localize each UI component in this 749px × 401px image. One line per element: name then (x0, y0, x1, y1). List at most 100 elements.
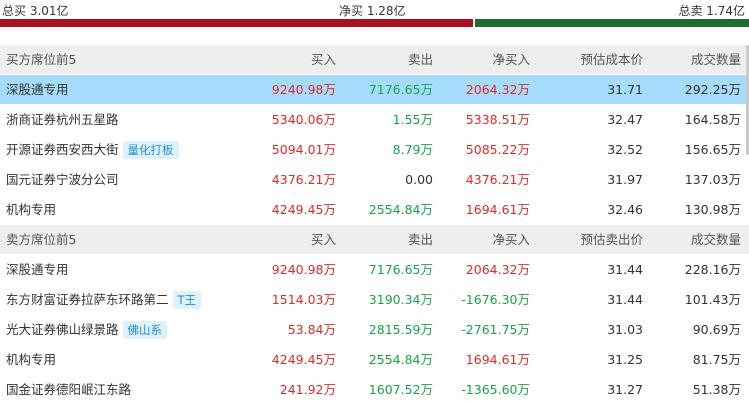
buy-section-title: 买方席位前5 (6, 52, 77, 67)
net-buy-amount: 4376.21万 (465, 172, 530, 187)
sell-amount: 7176.65万 (368, 82, 433, 97)
seat-name-text: 国金证券德阳岷江东路 (6, 382, 132, 397)
buy-amount: 9240.98万 (271, 82, 336, 97)
trade-volume: 228.16万 (684, 262, 741, 277)
trade-volume: 90.69万 (692, 322, 741, 337)
estimated-price: 31.03 (607, 322, 643, 337)
column-header-net: 净买入 (492, 232, 530, 247)
seat-name[interactable]: 国元证券宁波分公司 (6, 165, 119, 195)
buy-ratio-fill (0, 19, 473, 27)
column-header-buy: 买入 (310, 52, 336, 67)
seat-name-text: 浙商证券杭州五星路 (6, 112, 119, 127)
estimated-price: 31.44 (607, 262, 643, 277)
sell-amount: 1.55万 (392, 112, 433, 127)
buy-amount: 5340.06万 (271, 112, 336, 127)
seat-name[interactable]: 东方财富证券拉萨东环路第二 T王 (6, 285, 202, 315)
sell-amount: 2554.84万 (368, 352, 433, 367)
net-buy-amount: 2064.32万 (465, 262, 530, 277)
column-header-sell: 卖出 (407, 232, 433, 247)
sell-section-header: 卖方席位前5 买入 卖出 净买入 预估卖出价 成交数量 (0, 225, 749, 255)
seat-tag-badge[interactable]: T王 (172, 290, 202, 309)
trade-volume: 51.38万 (692, 382, 741, 397)
sell-amount: 2815.59万 (368, 322, 433, 337)
sell-ratio-fill (475, 19, 749, 27)
seat-name[interactable]: 机构专用 (6, 345, 56, 375)
buy-sell-ratio-bar (0, 19, 749, 27)
buy-amount: 4376.21万 (271, 172, 336, 187)
net-buy-amount: 1694.61万 (465, 352, 530, 367)
net-buy-amount: -1676.30万 (461, 292, 530, 307)
total-sell-label: 总卖 1.74亿 (678, 4, 745, 18)
column-header-volume: 成交数量 (690, 232, 741, 247)
buy-amount: 4249.45万 (271, 352, 336, 367)
trade-volume: 164.58万 (684, 112, 741, 127)
table-row[interactable]: 国元证券宁波分公司 4376.21万 0.00 4376.21万 31.97 137.03… (0, 165, 749, 195)
seat-name-text: 光大证券佛山绿景路 (6, 322, 119, 337)
buy-amount: 241.92万 (279, 382, 336, 397)
sell-amount: 1607.52万 (368, 382, 433, 397)
seat-name[interactable]: 国金证券德阳岷江东路 (6, 375, 131, 401)
estimated-price: 32.46 (607, 202, 643, 217)
buy-section-header: 买方席位前5 买入 卖出 净买入 预估成本价 成交数量 (0, 45, 749, 75)
seat-name[interactable]: 浙商证券杭州五星路 (6, 105, 119, 135)
table-row[interactable]: 东方财富证券拉萨东环路第二 T王 1514.03万 3190.34万 -1676.30万… (0, 285, 749, 315)
estimated-price: 31.71 (607, 82, 643, 97)
table-row[interactable]: 国金证券德阳岷江东路 241.92万 1607.52万 -1365.60万 31.27 5… (0, 375, 749, 401)
seat-name[interactable]: 深股通专用 (6, 255, 69, 285)
total-buy-label: 总买 3.01亿 (2, 4, 69, 18)
summary-bar: 总买 3.01亿 净买 1.28亿 总卖 1.74亿 (0, 0, 749, 20)
trade-volume: 292.25万 (684, 82, 741, 97)
dragon-tiger-table: 买方席位前5 买入 卖出 净买入 预估成本价 成交数量 深股通专用 9240.98… (0, 45, 749, 401)
table-row[interactable]: 机构专用 4249.45万 2554.84万 1694.61万 31.25 81.75万 (0, 345, 749, 375)
buy-amount: 9240.98万 (271, 262, 336, 277)
table-row[interactable]: 深股通专用 9240.98万 7176.65万 2064.32万 31.71 292.25… (0, 75, 749, 105)
estimated-price: 32.47 (607, 112, 643, 127)
table-row[interactable]: 浙商证券杭州五星路 5340.06万 1.55万 5338.51万 32.47 164.5… (0, 105, 749, 135)
sell-amount: 3190.34万 (368, 292, 433, 307)
sell-section-title: 卖方席位前5 (6, 232, 77, 247)
estimated-price: 31.44 (607, 292, 643, 307)
net-buy-amount: -1365.60万 (461, 382, 530, 397)
column-header-buy: 买入 (310, 232, 336, 247)
buy-amount: 4249.45万 (271, 202, 336, 217)
seat-name-text: 国元证券宁波分公司 (6, 172, 119, 187)
seat-name[interactable]: 开源证券西安西大街 量化打板 (6, 135, 179, 165)
seat-name[interactable]: 深股通专用 (6, 75, 69, 105)
table-row[interactable]: 光大证券佛山绿景路 佛山系 53.84万 2815.59万 -2761.75万 31.03… (0, 315, 749, 345)
net-buy-amount: 1694.61万 (465, 202, 530, 217)
seat-name-text: 深股通专用 (6, 82, 69, 97)
column-header-price: 预估卖出价 (580, 232, 643, 247)
trade-volume: 130.98万 (684, 202, 741, 217)
sell-amount: 2554.84万 (368, 202, 433, 217)
table-row[interactable]: 开源证券西安西大街 量化打板 5094.01万 8.79万 5085.22万 32.52 1… (0, 135, 749, 165)
table-row[interactable]: 深股通专用 9240.98万 7176.65万 2064.32万 31.44 228.16… (0, 255, 749, 285)
trade-volume: 81.75万 (692, 352, 741, 367)
net-buy-amount: 5085.22万 (465, 142, 530, 157)
buy-amount: 5094.01万 (271, 142, 336, 157)
trade-volume: 101.43万 (684, 292, 741, 307)
buy-amount: 1514.03万 (271, 292, 336, 307)
net-buy-amount: 5338.51万 (465, 112, 530, 127)
seat-name[interactable]: 光大证券佛山绿景路 佛山系 (6, 315, 168, 345)
net-buy-label: 净买 1.28亿 (339, 4, 406, 18)
seat-tag-badge[interactable]: 佛山系 (122, 320, 168, 339)
column-header-volume: 成交数量 (690, 52, 741, 67)
estimated-price: 31.27 (607, 382, 643, 397)
column-header-net: 净买入 (492, 52, 530, 67)
seat-name-text: 开源证券西安西大街 (6, 142, 119, 157)
seat-name-text: 东方财富证券拉萨东环路第二 (6, 292, 169, 307)
net-buy-amount: 2064.32万 (465, 82, 530, 97)
sell-amount: 8.79万 (392, 142, 433, 157)
seat-name-text: 深股通专用 (6, 262, 69, 277)
seat-tag-badge[interactable]: 量化打板 (122, 140, 179, 159)
sell-amount: 7176.65万 (368, 262, 433, 277)
seat-name-text: 机构专用 (6, 352, 57, 367)
seat-name[interactable]: 机构专用 (6, 195, 56, 225)
trade-volume: 156.65万 (684, 142, 741, 157)
column-header-sell: 卖出 (407, 52, 433, 67)
seat-name-text: 机构专用 (6, 202, 57, 217)
estimated-price: 32.52 (607, 142, 643, 157)
sell-amount: 0.00 (405, 172, 433, 187)
column-header-price: 预估成本价 (580, 52, 643, 67)
table-row[interactable]: 机构专用 4249.45万 2554.84万 1694.61万 32.46 130.98万 (0, 195, 749, 225)
